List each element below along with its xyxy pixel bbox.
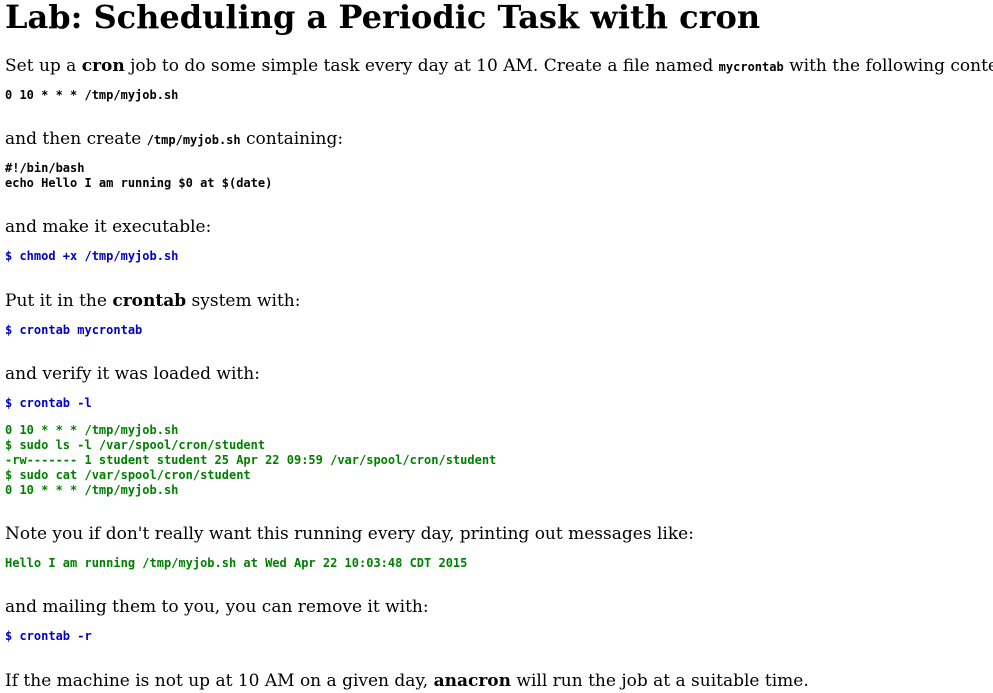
cron-term: cron (81, 56, 125, 76)
anacron-text-2: will run the job at a suitable time. (510, 671, 809, 691)
output-line: $ sudo ls -l /var/spool/cron/student (5, 438, 266, 452)
crontab-list-command: $ crontab -l (5, 396, 92, 410)
anacron-paragraph: If the machine is not up at 10 AM on a g… (5, 671, 809, 691)
intro-text-2: job to do some simple task every day at … (124, 56, 719, 76)
crontab-load-command: $ crontab mycrontab (5, 323, 143, 337)
crontab-paragraph: Put it in the crontab system with: (5, 291, 300, 311)
output-line: -rw------- 1 student student 25 Apr 22 0… (5, 453, 497, 467)
intro-text-1: Set up a (5, 56, 82, 76)
output-line: 0 10 * * * /tmp/myjob.sh (5, 483, 179, 497)
anacron-term: anacron (433, 671, 511, 691)
output-line: $ sudo cat /var/spool/cron/student (5, 468, 251, 482)
executable-paragraph: and make it executable: (5, 217, 212, 237)
intro-paragraph: Set up a cron job to do some simple task… (5, 56, 993, 77)
crontab-term: crontab (112, 291, 187, 311)
anacron-text-1: If the machine is not up at 10 AM on a g… (5, 671, 434, 691)
create-text-1: and then create (5, 129, 147, 149)
crontab-file-content: 0 10 * * * /tmp/myjob.sh (5, 88, 179, 102)
page-title: Lab: Scheduling a Periodic Task with cro… (5, 0, 761, 36)
sample-message-output: Hello I am running /tmp/myjob.sh at Wed … (5, 556, 468, 570)
output-line: 0 10 * * * /tmp/myjob.sh (5, 423, 179, 437)
crontab-text-2: system with: (186, 291, 301, 311)
verify-paragraph: and verify it was loaded with: (5, 364, 260, 384)
verify-output: 0 10 * * * /tmp/myjob.sh $ sudo ls -l /v… (5, 423, 496, 498)
script-line: #!/bin/bash (5, 161, 85, 175)
script-line: echo Hello I am running $0 at $(date) (5, 176, 273, 190)
create-text-2: containing: (240, 129, 344, 149)
chmod-command: $ chmod +x /tmp/myjob.sh (5, 249, 179, 263)
note-paragraph: Note you if don't really want this runni… (5, 524, 694, 544)
script-path: /tmp/myjob.sh (146, 133, 241, 147)
remove-paragraph: and mailing them to you, you can remove … (5, 597, 429, 617)
create-script-paragraph: and then create /tmp/myjob.sh containing… (5, 129, 343, 150)
script-content: #!/bin/bash echo Hello I am running $0 a… (5, 161, 272, 191)
mycrontab-filename: mycrontab (718, 60, 784, 74)
crontab-text-1: Put it in the (5, 291, 113, 311)
intro-text-3: with the following content: (789, 56, 993, 76)
crontab-remove-command: $ crontab -r (5, 629, 92, 643)
